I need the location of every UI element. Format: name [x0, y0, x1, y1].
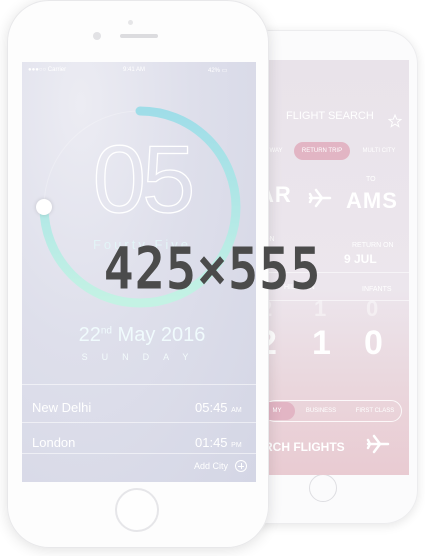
sensor — [128, 20, 133, 25]
hour-display: 05 — [92, 126, 196, 233]
tab-business[interactable]: BUSINESS — [301, 402, 341, 420]
weekday-display: SUNDAY — [81, 352, 203, 362]
children-picker[interactable]: 1 — [312, 324, 331, 363]
infants-picker[interactable]: 0 — [364, 324, 383, 363]
city-time: 01:45 PM — [195, 435, 242, 450]
airplane-icon — [308, 188, 332, 208]
star-icon[interactable] — [388, 114, 402, 128]
battery-icon: ▭ — [221, 68, 228, 74]
travel-class-tabs: MY BUSINESS FIRST CLASS — [259, 400, 402, 422]
date-display: 22nd May 2016 — [78, 324, 206, 346]
status-carrier: ●●●○○ Carrier — [28, 67, 67, 73]
tab-return-trip[interactable]: RETURN TRIP — [294, 142, 350, 160]
status-battery: 42% ▭ — [208, 68, 228, 74]
status-time: 9:41 AM — [123, 67, 146, 73]
earpiece-speaker — [120, 34, 158, 38]
trip-type-tabs: WAY RETURN TRIP MULTI CITY — [266, 142, 406, 160]
add-city-button[interactable]: Add City — [194, 461, 228, 471]
flight-search-title: FLIGHT SEARCH — [286, 110, 374, 122]
dimension-overlay: 425×555 — [103, 235, 322, 303]
divider — [22, 453, 256, 454]
divider — [22, 384, 256, 385]
tab-first-class[interactable]: FIRST CLASS — [349, 402, 401, 420]
to-label: TO — [366, 176, 376, 183]
airplane-icon — [366, 434, 390, 454]
signal-icon: ●●●○○ — [28, 67, 48, 73]
to-airport-code[interactable]: AMS — [346, 188, 398, 214]
city-name[interactable]: London — [32, 435, 75, 450]
flight-phone-home-button[interactable] — [309, 474, 337, 502]
add-icon[interactable] — [235, 460, 247, 472]
front-camera — [93, 32, 101, 40]
search-flights-label: RCH FLIGHTS — [264, 440, 345, 454]
clock-phone-home-button[interactable] — [115, 488, 159, 532]
city-time: 05:45 AM — [195, 400, 242, 415]
divider — [22, 422, 256, 423]
ring-handle[interactable] — [36, 199, 52, 215]
tab-multi-city[interactable]: MULTI CITY — [354, 142, 404, 160]
city-name[interactable]: New Delhi — [32, 400, 91, 415]
